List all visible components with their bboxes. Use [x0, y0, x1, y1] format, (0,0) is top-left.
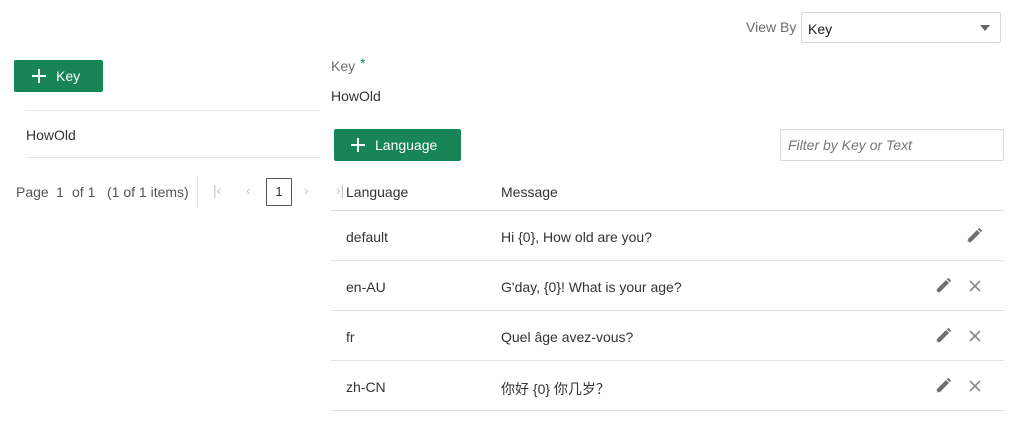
- add-language-label: Language: [375, 137, 438, 153]
- add-key-button[interactable]: Key: [14, 60, 103, 92]
- table-header: Language Message: [331, 172, 1004, 211]
- add-language-button[interactable]: Language: [334, 129, 461, 161]
- edit-icon[interactable]: [933, 326, 953, 346]
- edit-icon[interactable]: [964, 226, 984, 246]
- message-cell: Quel âge avez-vous?: [501, 329, 634, 345]
- translations-table: Language Message default Hi {0}, How old…: [331, 172, 1004, 411]
- close-icon[interactable]: [965, 326, 985, 346]
- previous-page-icon[interactable]: ‹: [246, 182, 251, 198]
- key-list-item[interactable]: HowOld: [26, 127, 76, 143]
- message-cell: Hi {0}, How old are you?: [501, 229, 652, 245]
- plus-icon: [32, 69, 46, 83]
- page-total: of 1: [72, 184, 96, 200]
- view-by-value: Key: [808, 21, 833, 37]
- add-key-label: Key: [56, 68, 81, 84]
- divider: [26, 157, 320, 158]
- key-field-label: Key *: [331, 55, 366, 74]
- divider: [197, 176, 198, 208]
- plus-icon: [351, 138, 365, 152]
- page-number: 1: [56, 184, 64, 200]
- message-cell: G'day, {0}! What is your age?: [501, 279, 682, 295]
- column-header-language[interactable]: Language: [346, 184, 408, 200]
- next-page-icon[interactable]: ›: [304, 182, 309, 198]
- filter-input[interactable]: [780, 129, 1004, 161]
- language-cell: default: [346, 229, 389, 245]
- required-indicator: *: [360, 55, 366, 71]
- key-field-value: HowOld: [331, 88, 381, 104]
- table-row: fr Quel âge avez-vous?: [331, 311, 1004, 361]
- edit-icon[interactable]: [933, 376, 953, 396]
- language-cell: fr: [346, 329, 355, 345]
- close-icon[interactable]: [965, 376, 985, 396]
- view-by-select[interactable]: Key: [801, 12, 1001, 43]
- table-row: en-AU G'day, {0}! What is your age?: [331, 261, 1004, 311]
- table-row: zh-CN 你好 {0} 你几岁？: [331, 361, 1004, 411]
- column-header-message[interactable]: Message: [501, 184, 558, 200]
- page-word: Page: [16, 184, 49, 200]
- view-by-label: View By: [746, 19, 797, 35]
- table-row: default Hi {0}, How old are you?: [331, 211, 1004, 261]
- first-page-icon[interactable]: |‹: [213, 182, 221, 198]
- language-cell: zh-CN: [346, 379, 386, 395]
- chevron-down-icon: [980, 25, 990, 31]
- divider: [26, 110, 320, 111]
- items-count: (1 of 1 items): [107, 184, 189, 200]
- message-cell: 你好 {0} 你几岁？: [501, 381, 610, 397]
- language-cell: en-AU: [346, 279, 386, 295]
- current-page-button[interactable]: 1: [266, 178, 292, 206]
- edit-icon[interactable]: [933, 276, 953, 296]
- close-icon[interactable]: [965, 276, 985, 296]
